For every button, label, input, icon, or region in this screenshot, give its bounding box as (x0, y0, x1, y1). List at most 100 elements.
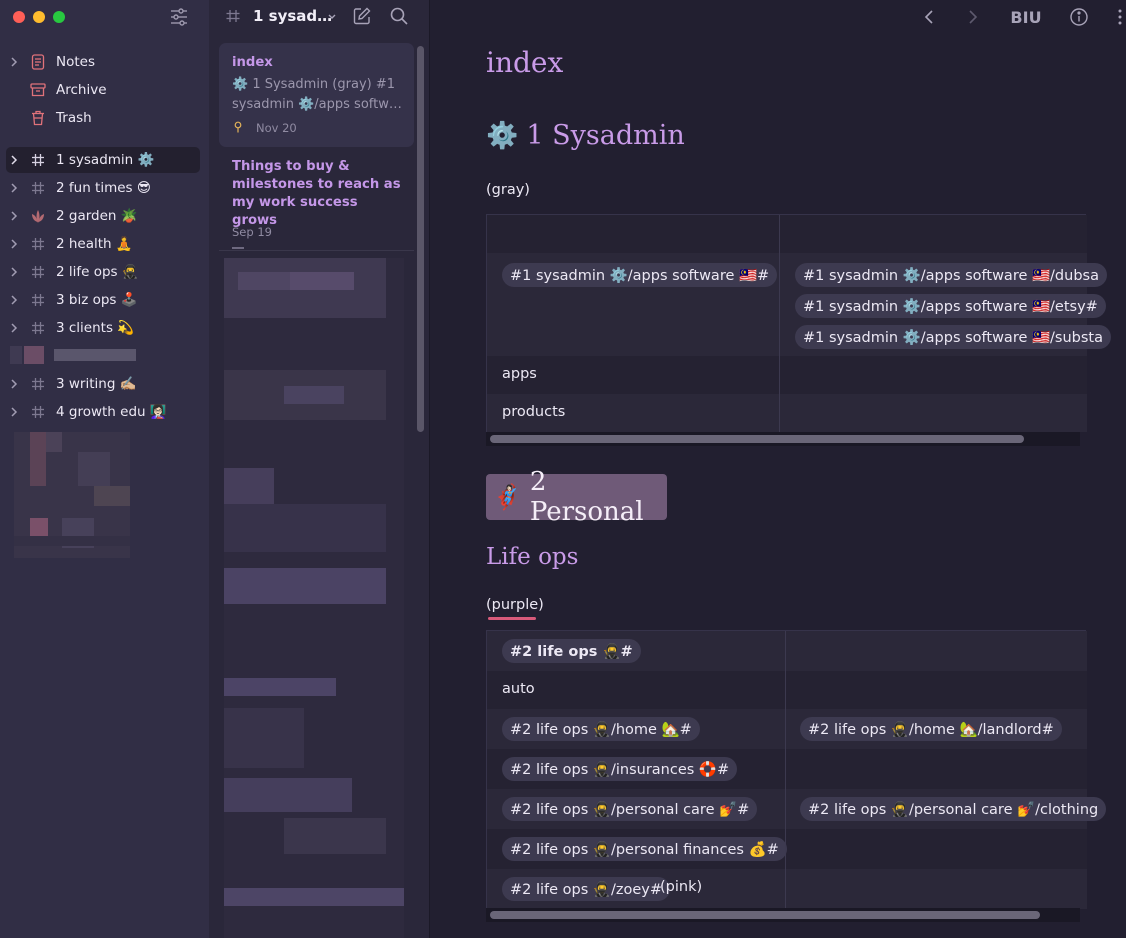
sidebar-tag-clients[interactable]: 3 clients 💫 (6, 315, 200, 341)
tag-pill[interactable]: #2 life ops 🥷/insurances 🛟# (502, 757, 738, 781)
table-cell[interactable]: auto (502, 681, 535, 697)
chevron-right-icon[interactable] (6, 399, 22, 425)
note-card-title: Things to buy & milestones to reach as m… (232, 159, 401, 228)
sidebar-tag-health[interactable]: 2 health 🧘 (6, 231, 200, 257)
note-list-title[interactable]: 1 sysad… (253, 7, 332, 25)
sidebar-tag-garden[interactable]: 2 garden 🪴 (6, 203, 200, 229)
table-row: #1 sysadmin ⚙️/apps software 🇲🇾# #1 sysa… (487, 253, 1112, 356)
sidebar: Notes Archive Trash 1 sysadmin ⚙️ 2 fun … (0, 0, 209, 938)
chevron-right-icon[interactable] (6, 49, 22, 75)
tag-pill[interactable]: #2 life ops 🥷/home 🏡# (502, 717, 700, 741)
close-window-button[interactable] (13, 11, 25, 23)
table-row: auto (487, 671, 1087, 709)
table-cell[interactable]: (pink) (660, 879, 702, 895)
tag-pill[interactable]: #1 sysadmin ⚙️/apps software 🇲🇾# (502, 263, 778, 287)
chevron-right-icon[interactable] (6, 147, 22, 173)
sidebar-item-trash[interactable]: Trash (6, 105, 200, 131)
tag-pill[interactable]: #2 life ops 🥷/personal care 💅# (502, 797, 758, 821)
purple-label[interactable]: (purple) (486, 597, 544, 613)
tag-icon (28, 371, 48, 397)
chevron-right-icon[interactable] (6, 315, 22, 341)
sidebar-tag-writing[interactable]: 3 writing ✍🏼 (6, 371, 200, 397)
redacted-note-list (224, 258, 404, 938)
table-cell[interactable]: apps (502, 366, 537, 382)
chevron-down-icon[interactable] (326, 8, 338, 24)
sidebar-tag-label: 4 growth edu 👩🏻‍🏫 (56, 404, 167, 420)
tag-icon (28, 231, 48, 257)
tag-icon (28, 315, 48, 341)
search-icon[interactable] (389, 6, 409, 26)
sidebar-item-label: Trash (56, 110, 92, 126)
back-icon[interactable] (920, 6, 938, 28)
tag-pill[interactable]: #1 sysadmin ⚙️/apps software 🇲🇾/etsy# (795, 294, 1106, 318)
note-card-date: Nov 20 (256, 121, 297, 135)
heading-text: 2 Personal (529, 467, 644, 527)
note-card-index[interactable]: index ⚙️ 1 Sysadmin (gray) #1 sysadmin ⚙… (219, 43, 414, 147)
plant-icon (28, 203, 48, 229)
sidebar-tag-fun-times[interactable]: 2 fun times 😎 (6, 175, 200, 201)
sysadmin-table: #1 sysadmin ⚙️/apps software 🇲🇾# #1 sysa… (486, 214, 1112, 433)
table-row: #2 life ops 🥷/home 🏡# #2 life ops 🥷/home… (487, 709, 1087, 749)
table-row: apps (487, 356, 1087, 394)
note-card-snippet: ⚙️ 1 Sysadmin (gray) #1 sysadmin ⚙️/apps… (232, 77, 402, 112)
chevron-right-icon[interactable] (6, 371, 22, 397)
heading-sysadmin[interactable]: ⚙️ 1 Sysadmin (486, 120, 685, 151)
underline-decoration (488, 617, 536, 620)
forward-icon[interactable] (964, 6, 982, 28)
table-cell[interactable]: products (502, 404, 565, 420)
table-row: #2 life ops 🥷/personal care 💅# #2 life o… (487, 789, 1107, 829)
note-card-title: index (232, 55, 273, 70)
editor: BIU index ⚙️ 1 Sysadmin (gray) #1 sysadm… (430, 0, 1126, 938)
table-row: #2 life ops 🥷/insurances 🛟# (487, 749, 1087, 789)
gear-icon: ⚙️ (486, 120, 519, 151)
sidebar-tag-label: 3 biz ops 🕹️ (56, 292, 138, 308)
sidebar-tag-label: 2 life ops 🥷 (56, 264, 139, 280)
tag-icon (225, 7, 241, 25)
heading-personal[interactable]: 🦸🏻‍♀️ 2 Personal (486, 467, 667, 527)
sidebar-tag-growth-edu[interactable]: 4 growth edu 👩🏻‍🏫 (6, 399, 200, 425)
gray-label[interactable]: (gray) (486, 182, 530, 198)
zoom-window-button[interactable] (53, 11, 65, 23)
sidebar-tag-label: 3 clients 💫 (56, 320, 135, 336)
tag-pill[interactable]: #2 life ops 🥷/home 🏡/landlord# (800, 717, 1062, 741)
tag-icon (28, 399, 48, 425)
life-ops-table: #2 life ops 🥷# auto #2 life ops 🥷/home 🏡… (486, 630, 1107, 909)
minimize-window-button[interactable] (33, 11, 45, 23)
more-icon[interactable] (1116, 6, 1124, 28)
chevron-right-icon[interactable] (6, 259, 22, 285)
sidebar-item-label: Notes (56, 54, 95, 70)
tag-pill[interactable]: #2 life ops 🥷/personal finances 💰# (502, 837, 787, 861)
table-scrollbar[interactable] (486, 908, 1080, 922)
sidebar-tag-life-ops[interactable]: 2 life ops 🥷 (6, 259, 200, 285)
sidebar-item-archive[interactable]: Archive (6, 77, 200, 103)
heading-life-ops[interactable]: Life ops (486, 544, 578, 570)
chevron-right-icon[interactable] (6, 175, 22, 201)
trash-icon (28, 105, 48, 131)
table-row: #2 life ops 🥷# (487, 631, 1087, 671)
sidebar-tag-label: 2 garden 🪴 (56, 208, 138, 224)
tag-pill[interactable]: #2 life ops 🥷/personal care 💅/clothing (800, 797, 1107, 821)
redacted-sidebar-item (10, 346, 146, 364)
tag-pill[interactable]: #1 sysadmin ⚙️/apps software 🇲🇾/substa (795, 325, 1112, 349)
note-card-things-to-buy[interactable]: Things to buy & milestones to reach as m… (219, 150, 414, 250)
tag-pill[interactable]: #2 life ops 🥷# (502, 639, 641, 663)
table-scrollbar[interactable] (486, 432, 1080, 446)
archive-icon (28, 77, 48, 103)
sidebar-tag-sysadmin[interactable]: 1 sysadmin ⚙️ (6, 147, 200, 173)
note-title[interactable]: index (486, 46, 563, 79)
note-list-scrollbar[interactable] (417, 46, 424, 432)
format-button[interactable]: BIU (1006, 6, 1046, 28)
notes-icon (28, 49, 48, 75)
new-note-icon[interactable] (352, 6, 372, 26)
chevron-right-icon[interactable] (6, 287, 22, 313)
chevron-right-icon[interactable] (6, 231, 22, 257)
tag-pill[interactable]: #1 sysadmin ⚙️/apps software 🇲🇾/dubsa (795, 263, 1107, 287)
sidebar-tag-biz-ops[interactable]: 3 biz ops 🕹️ (6, 287, 200, 313)
tag-icon (28, 175, 48, 201)
tag-pill[interactable]: #2 life ops 🥷/zoey# (502, 877, 670, 901)
chevron-right-icon[interactable] (6, 203, 22, 229)
heading-text: 1 Sysadmin (526, 120, 685, 151)
sliders-icon[interactable] (168, 6, 190, 28)
sidebar-item-notes[interactable]: Notes (6, 49, 200, 75)
info-icon[interactable] (1068, 6, 1090, 28)
